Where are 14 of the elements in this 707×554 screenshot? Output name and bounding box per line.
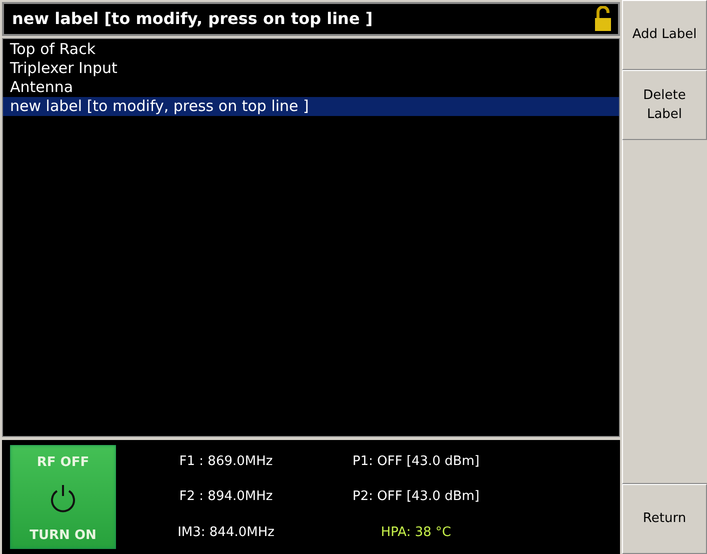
status-reading: P1: OFF [43.0 dBm] [352,452,480,471]
status-reading: HPA: 38 °C [380,524,452,542]
status-reading: F2 : 894.0MHz [178,488,274,506]
softkey-button[interactable]: Delete Label [622,70,707,140]
status-reading: F1 : 869.0MHz [178,452,274,471]
label-list-item[interactable]: new label [to modify, press on top line ] [3,97,619,116]
label-list-item[interactable]: Antenna [3,78,619,97]
status-reading: P2: OFF [43.0 dBm] [352,488,480,506]
label-list-item[interactable]: Triplexer Input [3,59,619,78]
label-list-item[interactable]: Top of Rack [3,40,619,59]
status-reading: IM3: 844.0MHz [176,524,276,542]
softkey-button[interactable]: Add Label [622,0,707,70]
power-icon [48,483,78,515]
softkey-button[interactable]: Return [622,484,707,554]
